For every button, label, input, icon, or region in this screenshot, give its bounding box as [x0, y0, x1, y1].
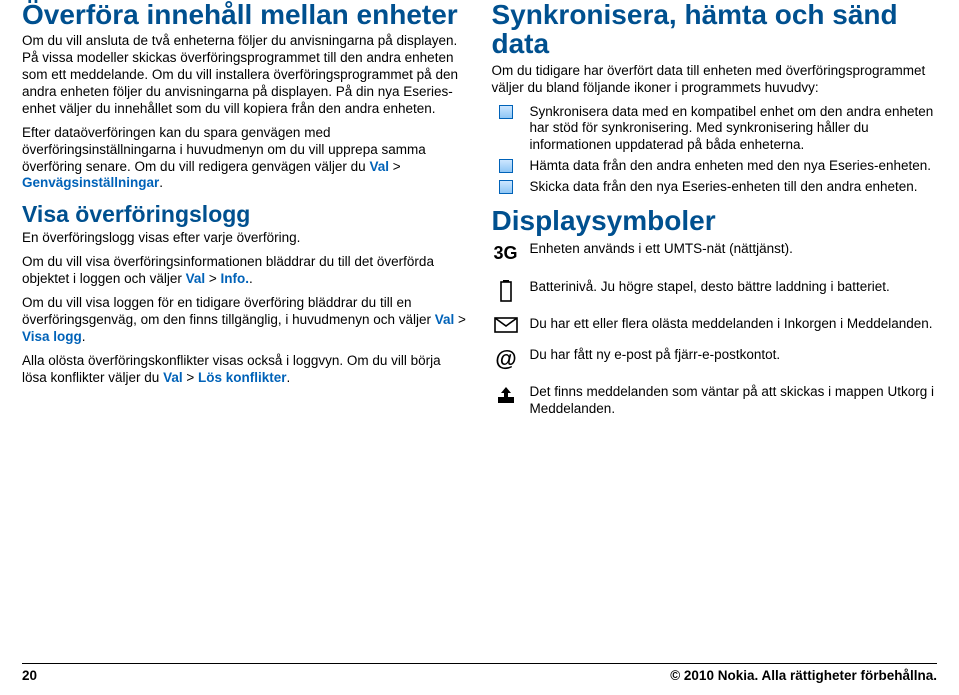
page-number: 20	[22, 668, 37, 685]
table-row: Batterinivå. Ju högre stapel, desto bätt…	[492, 279, 938, 302]
symbol-description: Batterinivå. Ju högre stapel, desto bätt…	[530, 279, 938, 296]
table-row: 3G Enheten används i ett UMTS-nät (nättj…	[492, 241, 938, 265]
heading-sync-fetch-send: Synkronisera, hämta och sänd data	[492, 0, 938, 59]
paragraph: Om du vill visa loggen för en tidigare ö…	[22, 295, 468, 346]
menu-val: Val	[163, 370, 183, 385]
symbol-description: Du har fått ny e-post på fjärr-e-postkon…	[530, 347, 938, 364]
paragraph: Alla olösta överföringskonflikter visas …	[22, 353, 468, 387]
svg-text:@: @	[495, 348, 516, 370]
table-row: @ Du har fått ny e-post på fjärr-e-postk…	[492, 347, 938, 370]
at-sign-icon: @	[492, 347, 520, 370]
list-item-text: Skicka data från den nya Eseries-enheten…	[530, 179, 938, 196]
umts-3g-icon: 3G	[493, 242, 517, 265]
list-item-text: Synkronisera data med en kompatibel enhe…	[530, 104, 938, 155]
symbol-table: 3G Enheten används i ett UMTS-nät (nättj…	[492, 241, 938, 417]
table-row: Du har ett eller flera olästa meddelande…	[492, 316, 938, 333]
paragraph: Efter dataöverföringen kan du spara genv…	[22, 125, 468, 193]
right-column: Synkronisera, hämta och sänd data Om du …	[492, 0, 938, 432]
left-column: Överföra innehåll mellan enheter Om du v…	[22, 0, 468, 432]
menu-visa-logg: Visa logg	[22, 329, 82, 344]
outbox-icon	[492, 384, 520, 405]
symbol-description: Enheten används i ett UMTS-nät (nättjäns…	[530, 241, 938, 258]
paragraph: Om du tidigare har överfört data till en…	[492, 63, 938, 97]
paragraph: Om du vill ansluta de två enheterna följ…	[22, 33, 468, 117]
symbol-description: Det finns meddelanden som väntar på att …	[530, 384, 938, 418]
table-row: Det finns meddelanden som väntar på att …	[492, 384, 938, 418]
list-item: Hämta data från den andra enheten med de…	[492, 158, 938, 175]
menu-val: Val	[369, 159, 389, 174]
list-item: Synkronisera data med en kompatibel enhe…	[492, 104, 938, 155]
battery-icon	[492, 279, 520, 302]
sync-icon	[499, 105, 513, 119]
list-item-text: Hämta data från den andra enheten med de…	[530, 158, 938, 175]
heading-show-transfer-log: Visa överföringslogg	[22, 202, 468, 226]
list-item: Skicka data från den nya Eseries-enheten…	[492, 179, 938, 196]
menu-genvagsinstallningar: Genvägsinställningar	[22, 175, 159, 190]
menu-val: Val	[186, 271, 206, 286]
copyright: © 2010 Nokia. Alla rättigheter förbehåll…	[670, 668, 937, 685]
heading-display-symbols: Displaysymboler	[492, 206, 938, 235]
paragraph: En överföringslogg visas efter varje öve…	[22, 230, 468, 247]
envelope-icon	[492, 316, 520, 333]
page-footer: 20 © 2010 Nokia. Alla rättigheter förbeh…	[22, 663, 937, 685]
fetch-icon	[499, 159, 513, 173]
menu-val: Val	[435, 312, 455, 327]
symbol-description: Du har ett eller flera olästa meddelande…	[530, 316, 938, 333]
menu-info: Info.	[221, 271, 250, 286]
send-icon	[499, 180, 513, 194]
paragraph: Om du vill visa överföringsinformationen…	[22, 254, 468, 288]
menu-los-konflikter: Lös konflikter	[198, 370, 287, 385]
heading-transfer-content: Överföra innehåll mellan enheter	[22, 0, 468, 29]
